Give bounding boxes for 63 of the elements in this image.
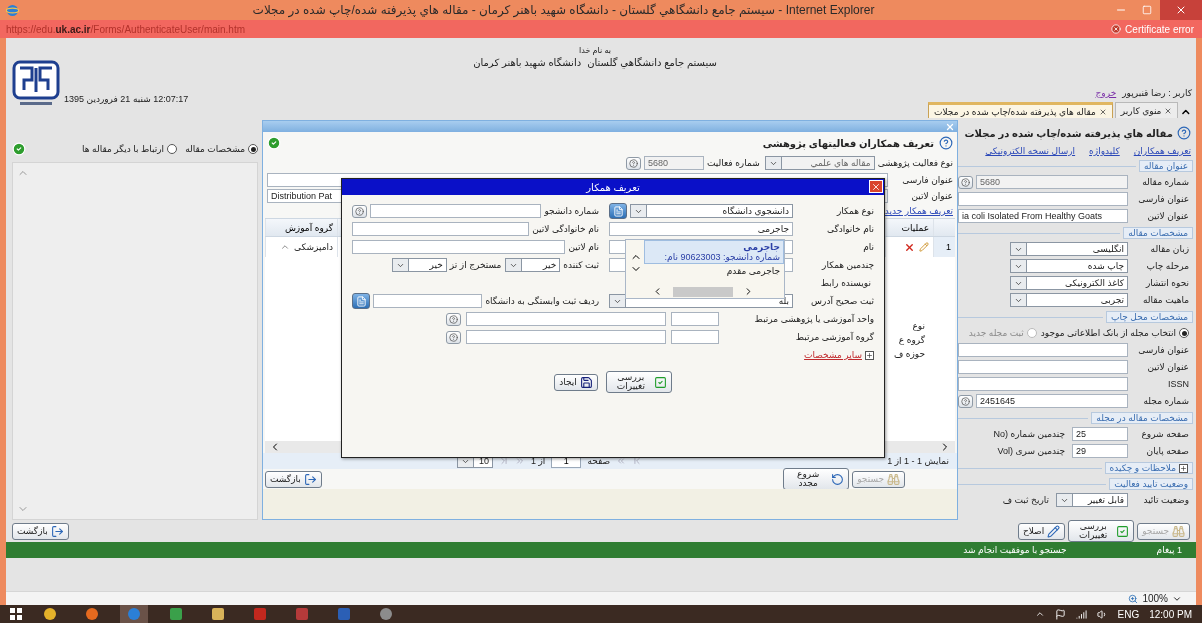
- field-label: نحوه انتشار: [1144, 277, 1189, 289]
- field-label: ردیف ثبت وابستگی به دانشگاه: [485, 295, 599, 307]
- field-label: حوزه ف: [893, 349, 925, 359]
- field-label: نام خانوادگی لاتین: [532, 223, 599, 235]
- section-legend: عنوان مقاله: [1138, 160, 1193, 172]
- window-title: Internet Explorer - سیستم جامع دانشگاهي گلستان - دانشگاه شهید باهنر کرمان - مقاله هاي پذيرفته شده/چاپ شده در مجلات: [251, 3, 876, 17]
- field-label: عنوان فارسی: [901, 174, 953, 186]
- field-label: ثبت کننده: [563, 259, 599, 271]
- field-label: صفحه شروع: [1140, 428, 1189, 440]
- section-legend: وضعیت تایید فعالیت: [1109, 478, 1193, 490]
- field-label: نوع فعالیت پژوهشی: [877, 157, 953, 169]
- field-label: واحد آموزشی یا پژوهشی مرتبط: [753, 313, 874, 325]
- field-label: ثبت صحیح آدرس: [810, 295, 874, 307]
- field-label: تاریخ ثبت ف: [1001, 494, 1050, 506]
- section-legend: مشخصات محل چاپ: [1106, 311, 1193, 323]
- field-label: مستخرج از تز: [449, 259, 502, 271]
- field-label: ماهیت مقاله: [1141, 294, 1189, 306]
- field-label: نوع همکار: [835, 205, 874, 217]
- field-label: عنوان لاتین: [1146, 210, 1189, 222]
- field-label: ISSN: [1167, 378, 1189, 390]
- suggestion-name: جاجرمی: [743, 242, 780, 252]
- field-label: شماره مقاله: [1141, 176, 1189, 188]
- page-label: صفحه: [587, 456, 611, 466]
- field-label: چندمین سری (Vol: [996, 445, 1066, 457]
- field-label: نوع: [912, 321, 925, 331]
- field-label: عنوان لاتین: [910, 190, 953, 202]
- field-label: نویسنده رابط: [819, 277, 872, 289]
- field-label: عنوان فارسی: [1137, 193, 1189, 205]
- message-count: 1 پیغام: [1156, 545, 1182, 555]
- column-header: گروه آموزش: [265, 219, 337, 236]
- page-count: از 1: [531, 456, 546, 466]
- field-label: نام: [862, 241, 874, 253]
- message-text: جستجو با موفقیت انجام شد: [963, 545, 1067, 555]
- user-name: کاربر : رضا قنبرپور: [1122, 88, 1192, 98]
- field-label: وضعیت تائید: [1142, 494, 1189, 506]
- field-label: زبان مقاله: [1149, 243, 1189, 255]
- pager-summary: نمایش 1 - 1 از 1: [887, 456, 949, 466]
- field-label: نام خانوادگی: [825, 223, 874, 235]
- field-label: عنوان لاتین: [1146, 361, 1189, 373]
- field-label: شماره فعالیت: [706, 157, 760, 169]
- form-heading: مقاله هاي پذيرفته شده/چاپ شده در مجلات: [964, 127, 1173, 139]
- table-cell: دامپزشکی: [293, 242, 333, 252]
- section-legend: مشخصات مقاله: [1123, 227, 1193, 239]
- field-label: صفحه پایان: [1145, 445, 1189, 457]
- section-legend: مشخصات مقاله در مجله: [1091, 412, 1193, 424]
- dialog-heading: تعریف همکاران فعالیتهای پژوهشی: [762, 137, 934, 149]
- field-label: چندمین شماره (No: [992, 428, 1066, 440]
- university-name: دانشگاه شهید باهنر کرمان: [473, 57, 582, 68]
- date-time: 12:07:17 شنبه 21 فروردین 1395: [64, 94, 189, 104]
- system-name: سیستم جامع دانشگاهي گلستان: [587, 57, 717, 68]
- field-label: نام لاتین: [568, 241, 599, 253]
- field-label: چندمین همکار: [820, 259, 874, 271]
- suggestion-name: جاجرمی مقدم: [726, 266, 780, 276]
- field-label: گروه ع: [898, 335, 925, 345]
- field-label: شماره مجله: [1142, 395, 1189, 407]
- field-label: شماره دانشجو: [544, 205, 599, 217]
- suggestion-detail: شماره دانشجو: 90623003 نام:: [664, 252, 780, 262]
- field-label: عنوان فارسی: [1137, 344, 1189, 356]
- field-label: گروه آموزشی مرتبط: [794, 331, 874, 343]
- row-number: 1: [933, 237, 955, 257]
- field-label: مرحله چاپ: [1145, 260, 1189, 272]
- header-blessing: به نام خدا: [579, 46, 611, 55]
- dialog-title: تعریف همکار: [586, 181, 640, 193]
